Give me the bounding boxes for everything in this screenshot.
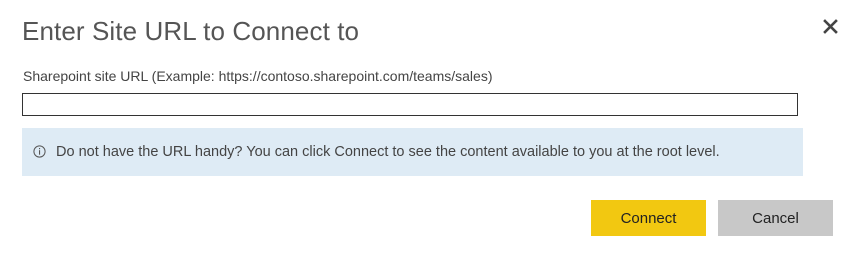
close-button[interactable] [820,16,842,38]
site-url-input[interactable] [22,93,798,116]
info-text: Do not have the URL handy? You can click… [56,144,720,160]
info-icon [33,145,46,158]
site-url-label: Sharepoint site URL (Example: https://co… [23,68,493,84]
close-icon [823,19,838,34]
dialog-title: Enter Site URL to Connect to [22,16,360,46]
connect-button[interactable]: Connect [591,200,706,236]
info-banner: Do not have the URL handy? You can click… [22,128,803,176]
sharepoint-site-dialog: Enter Site URL to Connect to Sharepoint … [0,0,858,257]
cancel-button[interactable]: Cancel [718,200,833,236]
